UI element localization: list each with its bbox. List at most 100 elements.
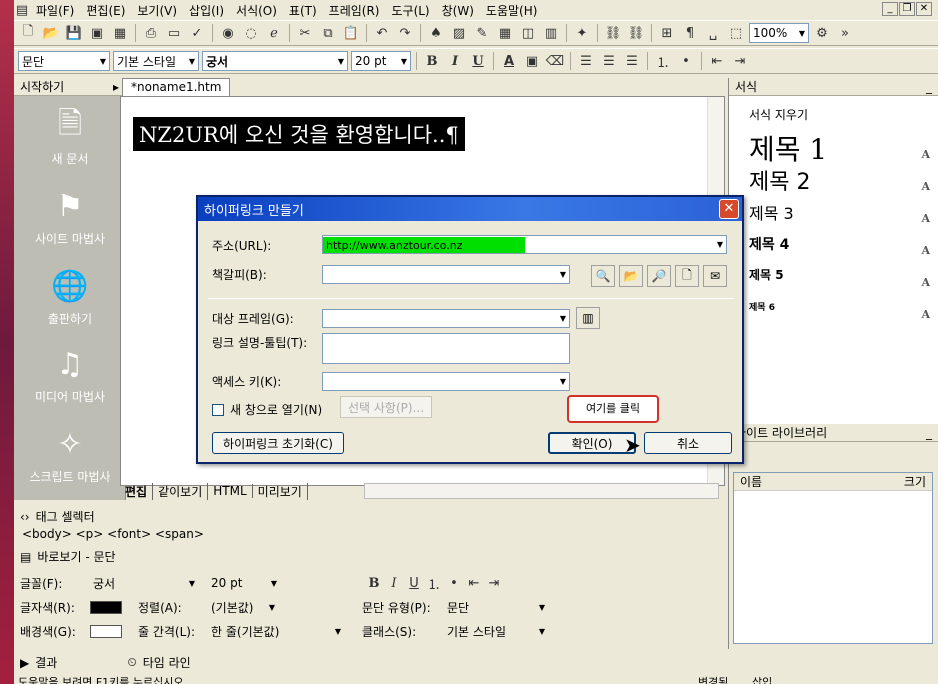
tab-preview[interactable]: 미리보기 [253, 482, 308, 500]
style-heading-6[interactable]: 제목 6 [749, 300, 775, 313]
document-tab[interactable]: *noname1.htm [122, 78, 231, 96]
clear-format-item[interactable]: 서식 지우기 [749, 106, 808, 123]
menu-table[interactable]: 표(T) [283, 2, 323, 19]
results-tab[interactable]: 결과 [35, 654, 57, 671]
style-heading-2[interactable]: 제목 2 [749, 164, 810, 196]
menu-help[interactable]: 도움말(H) [480, 2, 544, 19]
url-input[interactable]: http://www.anztour.co.nz ▼ [322, 235, 727, 254]
cut-icon[interactable]: ✂ [295, 23, 315, 43]
menu-format[interactable]: 서식(O) [230, 2, 283, 19]
border-icon[interactable]: ⬚ [726, 23, 746, 43]
numbered-list-icon[interactable]: ⒈ [653, 51, 673, 71]
new-window-label[interactable]: 새 창으로 열기(N) [230, 401, 322, 418]
style-select[interactable]: 기본 스타일 ▼ [113, 51, 199, 71]
column-name[interactable]: 이름 [740, 473, 762, 490]
ptype-select[interactable]: 문단 ▼ [444, 597, 548, 617]
timeline-tab[interactable]: 타임 라인 [143, 654, 191, 671]
cancel-button[interactable]: 취소 [644, 432, 732, 454]
script-wizard-button[interactable]: ✧ 스크립트 마법사 [14, 424, 126, 485]
media-wizard-button[interactable]: ♫ 미디어 마법사 [14, 344, 126, 405]
frame-picker-icon[interactable]: ▥ [576, 307, 600, 329]
tab-edit[interactable]: 편집 [120, 482, 154, 500]
spacing-select[interactable]: 한 줄(기본값) ▼ [208, 621, 344, 641]
bullet-list-icon[interactable]: • [676, 51, 696, 71]
menu-window[interactable]: 창(W) [436, 2, 480, 19]
ok-button[interactable]: 확인(O) [548, 432, 636, 454]
page-headline[interactable]: NZ2UR에 오신 것을 환영합니다..¶ [133, 117, 465, 151]
frame-select[interactable]: ▼ [322, 309, 570, 328]
space-mark-icon[interactable]: ␣ [703, 23, 723, 43]
align-select[interactable]: (기본값) ▼ [208, 597, 278, 617]
paragraph-select[interactable]: 문단 ▼ [18, 51, 110, 71]
site-library-list[interactable]: 이름 크기 [733, 472, 933, 644]
publish-button[interactable]: 🌐 출판하기 [14, 266, 126, 327]
menu-tools[interactable]: 도구(L) [385, 2, 435, 19]
chevron-right-icon[interactable]: ▸ [113, 80, 119, 94]
dialog-close-icon[interactable]: ✕ [719, 199, 739, 219]
link-icon[interactable]: ⛓ [603, 23, 623, 43]
email-icon[interactable]: ✉ [703, 265, 727, 287]
qv-outdent-icon[interactable]: ⇤ [464, 573, 484, 593]
outdent-icon[interactable]: ⇤ [707, 51, 727, 71]
qv-bold-icon[interactable]: B [364, 573, 384, 593]
clear-format-icon[interactable]: ⌫ [545, 51, 565, 71]
bold-icon[interactable]: B [422, 51, 442, 71]
toolbar-overflow-icon[interactable]: » [835, 23, 855, 43]
image-icon[interactable]: ▨ [449, 23, 469, 43]
font-select[interactable]: 궁서 ▼ [202, 51, 348, 71]
find-icon[interactable]: 🔍 [591, 265, 615, 287]
new-window-checkbox[interactable] [212, 403, 224, 416]
qv-italic-icon[interactable]: I [384, 573, 404, 593]
tab-split[interactable]: 같이보기 [153, 482, 209, 500]
url-value[interactable]: http://www.anztour.co.nz [323, 236, 525, 253]
class-select[interactable]: 기본 스타일 ▼ [444, 621, 548, 641]
bg-color-swatch[interactable] [90, 624, 122, 638]
style-heading-3[interactable]: 제목 3 [749, 200, 794, 224]
edit-image-icon[interactable]: ✎ [472, 23, 492, 43]
open-icon[interactable]: 📂 [41, 23, 61, 43]
editor-horizontal-scrollbar[interactable] [364, 483, 719, 499]
menu-file[interactable]: 파일(F) [30, 2, 80, 19]
underline-icon[interactable]: U [468, 51, 488, 71]
spellcheck-icon[interactable]: ✓ [187, 23, 207, 43]
unlink-icon[interactable]: ⛓ [626, 23, 646, 43]
italic-icon[interactable]: I [445, 51, 465, 71]
save-icon[interactable]: 💾 [64, 23, 84, 43]
zoom-select[interactable]: 100% ▼ [749, 23, 809, 43]
menu-frame[interactable]: 프레임(R) [323, 2, 386, 19]
redo-icon[interactable]: ↷ [395, 23, 415, 43]
new-icon[interactable]: 🗋 [18, 23, 38, 43]
qv-numbered-icon[interactable]: ⒈ [424, 573, 444, 593]
qv-bullet-icon[interactable]: • [444, 573, 464, 593]
qv-size-select[interactable]: 20 pt ▼ [208, 573, 280, 593]
bookmark-select[interactable]: ▼ [322, 265, 570, 284]
size-select[interactable]: 20 pt ▼ [351, 51, 411, 71]
print-icon[interactable]: ⎙ [141, 23, 161, 43]
menu-view[interactable]: 보기(V) [131, 2, 183, 19]
url-dropdown-icon[interactable]: ▼ [717, 240, 723, 249]
restore-icon[interactable]: ❐ [899, 2, 915, 16]
menu-insert[interactable]: 삽입(I) [183, 2, 230, 19]
qv-indent-icon[interactable]: ⇥ [484, 573, 504, 593]
style-heading-5[interactable]: 제목 5 [749, 266, 784, 283]
style-heading-1[interactable]: 제목 1 [749, 128, 827, 168]
browser-icon[interactable]: ◉ [218, 23, 238, 43]
highlight-icon[interactable]: ▣ [522, 51, 542, 71]
frame-icon[interactable]: ▥ [541, 23, 561, 43]
collapse-icon[interactable]: _ [926, 426, 932, 440]
text-color-swatch[interactable] [90, 600, 122, 614]
browse-icon[interactable]: 🔎 [647, 265, 671, 287]
close-icon[interactable]: ✕ [916, 2, 932, 16]
save-all-icon[interactable]: ▣ [87, 23, 107, 43]
grid-icon[interactable]: ⊞ [657, 23, 677, 43]
table-icon[interactable]: ▦ [495, 23, 515, 43]
paragraph-mark-icon[interactable]: ¶ [680, 23, 700, 43]
minimize-icon[interactable]: _ [882, 2, 898, 16]
open-folder-icon[interactable]: 📂 [619, 265, 643, 287]
tab-html[interactable]: HTML [208, 484, 253, 498]
stop-icon[interactable]: ◌ [241, 23, 261, 43]
undo-icon[interactable]: ↶ [372, 23, 392, 43]
paste-icon[interactable]: 📋 [341, 23, 361, 43]
style-heading-4[interactable]: 제목 4 [749, 234, 789, 254]
qv-font-select[interactable]: 궁서 ▼ [90, 573, 198, 593]
